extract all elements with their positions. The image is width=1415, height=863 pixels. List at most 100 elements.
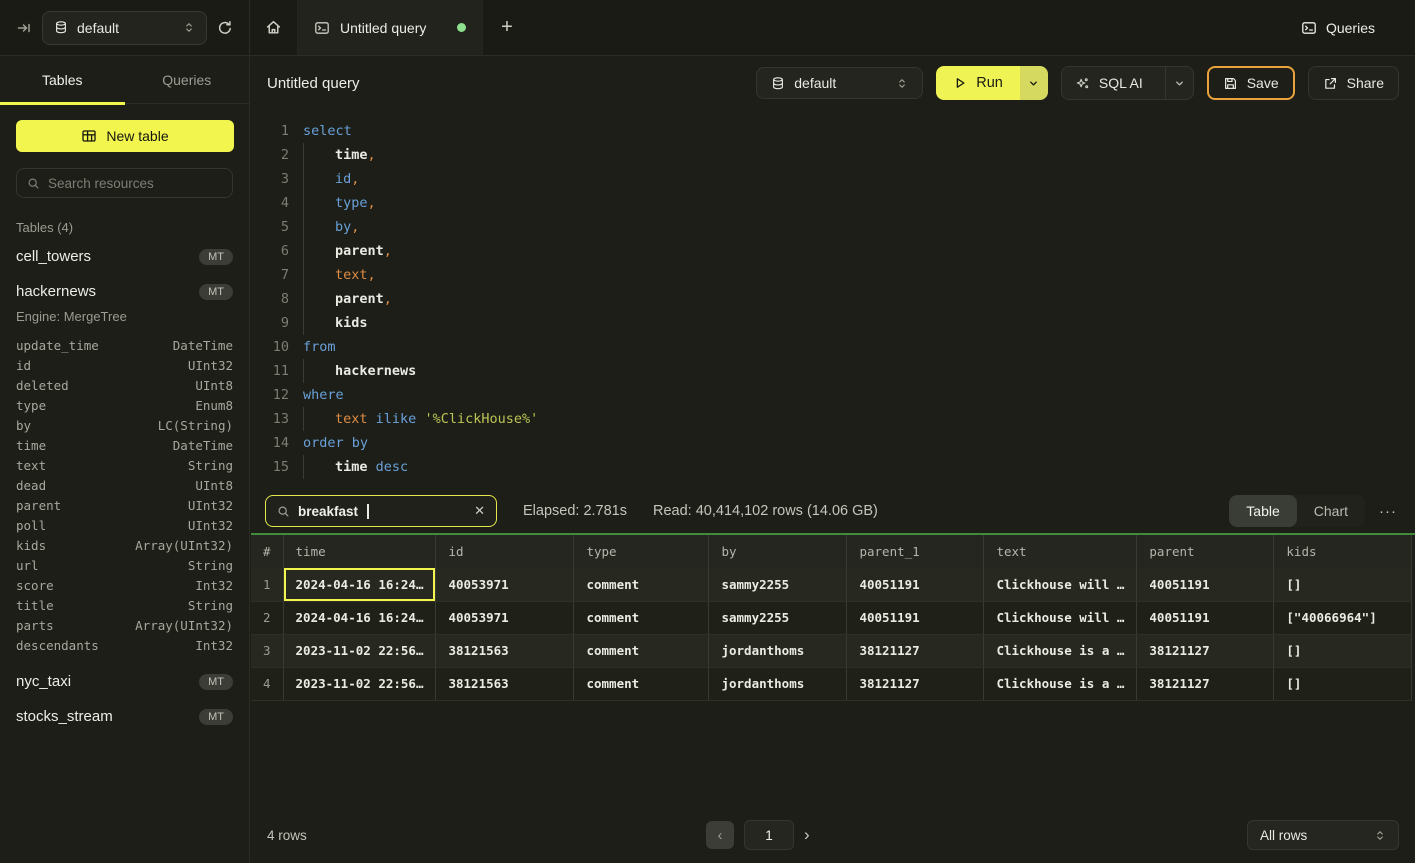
sql-ai-options-button[interactable] [1165, 67, 1193, 99]
code-line[interactable]: parent, [303, 239, 392, 263]
column-header-type[interactable]: type [574, 535, 709, 568]
table-cell[interactable]: 2023-11-02 22:56… [283, 634, 436, 667]
table-name: nyc_taxi [16, 673, 71, 690]
table-cell[interactable]: 38121127 [847, 667, 984, 700]
column-header-rownum[interactable]: # [251, 535, 283, 568]
run-options-button[interactable] [1020, 66, 1048, 100]
code-line[interactable]: from [303, 335, 336, 359]
code-line[interactable]: order by [303, 431, 368, 455]
queries-top-button[interactable]: Queries [1301, 0, 1415, 55]
results-search-box[interactable]: breakfast ✕ [265, 495, 497, 527]
table-cell[interactable]: 40051191 [1137, 568, 1274, 601]
sidebar-search-input[interactable] [48, 176, 222, 191]
table-cell[interactable]: 40051191 [847, 601, 984, 634]
page-size-select[interactable]: All rows [1247, 820, 1399, 850]
table-cell[interactable]: ["40066964"] [1274, 601, 1412, 634]
code-line[interactable]: select [303, 119, 352, 143]
table-cell[interactable]: Clickhouse is a … [984, 634, 1137, 667]
table-cell[interactable]: [] [1274, 667, 1412, 700]
table-cell[interactable]: 38121563 [436, 634, 574, 667]
collapse-sidebar-button[interactable] [16, 20, 32, 36]
sidebar-database-select[interactable]: default [42, 11, 207, 45]
table-cell[interactable]: sammy2255 [709, 601, 847, 634]
more-options-icon[interactable]: ··· [1375, 503, 1401, 520]
code-line[interactable]: text, [303, 263, 376, 287]
next-page-button[interactable]: › [804, 825, 810, 845]
table-cell[interactable]: 2023-11-02 22:56… [283, 667, 436, 700]
table-cell[interactable]: comment [574, 667, 709, 700]
table-cell[interactable]: comment [574, 568, 709, 601]
toolbar-database-select[interactable]: default [756, 67, 923, 99]
row-number-cell[interactable]: 4 [251, 667, 283, 700]
new-tab-button[interactable]: + [483, 0, 531, 55]
code-line[interactable]: where [303, 383, 344, 407]
share-button[interactable]: Share [1308, 66, 1399, 100]
sidebar-tab-queries[interactable]: Queries [125, 57, 250, 103]
table-cell[interactable]: comment [574, 601, 709, 634]
column-header-time[interactable]: time [283, 535, 436, 568]
table-cell[interactable]: 40051191 [847, 568, 984, 601]
code-token: ilike [376, 411, 417, 427]
row-number-cell[interactable]: 3 [251, 634, 283, 667]
code-line[interactable]: type, [303, 191, 376, 215]
view-toggle-chart[interactable]: Chart [1297, 495, 1365, 527]
row-number-cell[interactable]: 1 [251, 568, 283, 601]
table-cell[interactable]: [] [1274, 634, 1412, 667]
table-cell[interactable]: Clickhouse will … [984, 601, 1137, 634]
save-button[interactable]: Save [1207, 66, 1295, 100]
table-cell[interactable]: 2024-04-16 16:24… [283, 601, 436, 634]
current-page-box[interactable]: 1 [744, 820, 794, 850]
tab-untitled-query[interactable]: Untitled query [297, 0, 483, 55]
column-name: dead [16, 476, 46, 496]
new-table-button[interactable]: New table [16, 120, 234, 152]
home-tab-button[interactable] [250, 0, 297, 55]
table-cell[interactable]: sammy2255 [709, 568, 847, 601]
column-header-id[interactable]: id [436, 535, 574, 568]
refresh-button[interactable] [217, 20, 233, 36]
table-cell[interactable]: comment [574, 634, 709, 667]
table-cell[interactable]: jordanthoms [709, 667, 847, 700]
code-line[interactable]: by, [303, 215, 359, 239]
table-cell[interactable]: 40053971 [436, 568, 574, 601]
table-cell[interactable]: 38121127 [1137, 667, 1274, 700]
table-cell[interactable]: [] [1274, 568, 1412, 601]
table-cell[interactable]: Clickhouse will … [984, 568, 1137, 601]
table-cell[interactable]: 38121127 [1137, 634, 1274, 667]
column-header-parent[interactable]: parent [1137, 535, 1274, 568]
code-line[interactable]: time desc [303, 455, 408, 479]
sidebar-table-item[interactable]: hackernewsMT [0, 274, 249, 309]
code-token: desc [376, 459, 409, 475]
line-number: 8 [261, 287, 289, 311]
table-cell[interactable]: 38121127 [847, 634, 984, 667]
code-line[interactable]: hackernews [303, 359, 416, 383]
table-cell[interactable]: jordanthoms [709, 634, 847, 667]
column-header-text[interactable]: text [984, 535, 1137, 568]
table-cell[interactable]: 2024-04-16 16:24… [283, 568, 436, 601]
table-cell[interactable]: Clickhouse is a … [984, 667, 1137, 700]
code-line[interactable]: id, [303, 167, 359, 191]
sql-editor[interactable]: 1select2time,3id,4type,5by,6parent,7text… [251, 109, 1415, 489]
column-header-by[interactable]: by [709, 535, 847, 568]
sidebar-table-item[interactable]: cell_towersMT [0, 239, 249, 274]
sidebar-table-item[interactable]: nyc_taxiMT [0, 664, 249, 699]
column-row: idUInt32 [16, 356, 233, 376]
refresh-icon [217, 20, 233, 36]
prev-page-button[interactable]: ‹ [706, 821, 734, 849]
code-token: , [384, 291, 392, 307]
run-button[interactable]: Run [936, 66, 1020, 100]
table-cell[interactable]: 38121563 [436, 667, 574, 700]
column-header-kids[interactable]: kids [1274, 535, 1412, 568]
sidebar-tab-tables[interactable]: Tables [0, 57, 125, 103]
clear-search-icon[interactable]: ✕ [474, 503, 485, 519]
table-cell[interactable]: 40051191 [1137, 601, 1274, 634]
code-line[interactable]: parent, [303, 287, 392, 311]
code-line[interactable]: text ilike '%ClickHouse%' [303, 407, 538, 431]
sql-ai-button[interactable]: SQL AI [1062, 67, 1156, 99]
column-header-parent_1[interactable]: parent_1 [847, 535, 984, 568]
row-number-cell[interactable]: 2 [251, 601, 283, 634]
code-line[interactable]: time, [303, 143, 376, 167]
code-line[interactable]: kids [303, 311, 368, 335]
table-cell[interactable]: 40053971 [436, 601, 574, 634]
sidebar-table-item[interactable]: stocks_streamMT [0, 699, 249, 734]
view-toggle-table[interactable]: Table [1229, 495, 1296, 527]
